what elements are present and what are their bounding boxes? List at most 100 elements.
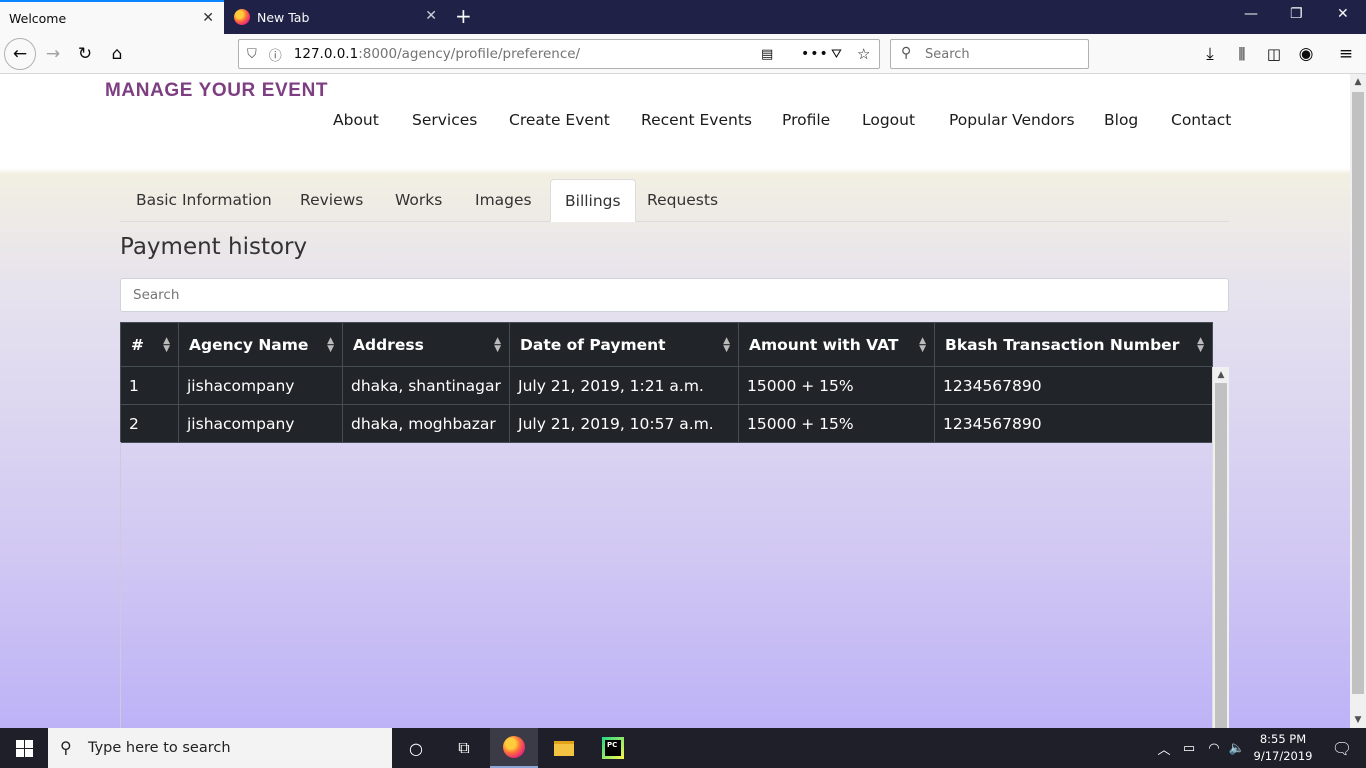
table-body-border [120, 442, 121, 728]
table-row: 1 jishacompany dhaka, shantinagar July 2… [120, 366, 1213, 405]
menu-popular-vendors[interactable]: Popular Vendors [949, 111, 1075, 129]
menu-recent-events[interactable]: Recent Events [641, 111, 752, 129]
cell-number: 2 [120, 404, 179, 443]
firefox-icon[interactable] [490, 728, 538, 768]
downloads-icon[interactable]: ⤓ [1198, 42, 1222, 66]
table-header-row: # ▲ ▼ Agency Name ▲ ▼ Address ▲ ▼ Date of Paym… [120, 322, 1213, 367]
search-icon: ⚲ [60, 738, 72, 757]
browser-toolbar: ← → ↻ ⌂ ⛉ ⓘ 127.0.0.1:8000/agency/profil… [0, 34, 1366, 74]
column-header-amount-with-vat[interactable]: Amount with VAT ▲ ▼ [738, 322, 935, 367]
tab-title: Welcome [9, 10, 67, 26]
url-bar[interactable]: ⛉ ⓘ 127.0.0.1:8000/agency/profile/prefer… [238, 39, 880, 69]
browser-tab-bar: Welcome ✕ New Tab ✕ + — ❐ ✕ [0, 0, 1366, 34]
windows-logo-icon[interactable] [0, 728, 48, 768]
tab-new-tab[interactable]: New Tab ✕ [225, 0, 447, 34]
file-explorer-icon[interactable] [540, 728, 588, 768]
taskbar-clock[interactable]: 8:55 PM 9/17/2019 [1250, 731, 1316, 765]
info-icon[interactable]: ⓘ [269, 45, 282, 64]
reload-icon[interactable]: ↻ [73, 42, 97, 66]
menu-logout[interactable]: Logout [862, 111, 915, 129]
scroll-down-icon[interactable]: ▼ [1350, 712, 1366, 728]
menu-contact[interactable]: Contact [1171, 111, 1231, 129]
cell-address: dhaka, moghbazar [342, 404, 510, 443]
menu-about[interactable]: About [333, 111, 379, 129]
payment-history-table: # ▲ ▼ Agency Name ▲ ▼ Address ▲ ▼ Date of Paym… [120, 322, 1213, 443]
table-scrollbar[interactable]: ▲ [1212, 367, 1229, 728]
close-tab-icon[interactable]: ✕ [425, 8, 437, 24]
firefox-favicon-icon [234, 9, 250, 25]
menu-blog[interactable]: Blog [1104, 111, 1138, 129]
home-icon[interactable]: ⌂ [105, 42, 129, 66]
minimize-icon[interactable]: — [1244, 6, 1258, 22]
tab-reviews[interactable]: Reviews [300, 179, 363, 222]
tab-basic-information[interactable]: Basic Information [136, 179, 272, 222]
search-icon: ⚲ [901, 45, 912, 61]
scroll-up-icon[interactable]: ▲ [1213, 367, 1229, 383]
sort-icon: ▲ ▼ [163, 336, 170, 354]
table-scrollbar-thumb[interactable] [1215, 383, 1227, 728]
sort-icon: ▲ ▼ [494, 336, 501, 354]
sidebar-icon[interactable]: ◫ [1262, 42, 1286, 66]
sort-icon: ▲ ▼ [1197, 336, 1204, 354]
shield-icon: ⛉ [247, 46, 257, 62]
page-scrollbar-thumb[interactable] [1352, 92, 1364, 694]
tab-requests[interactable]: Requests [647, 179, 718, 222]
cell-date-of-payment: July 21, 2019, 10:57 a.m. [509, 404, 739, 443]
cell-number: 1 [120, 366, 179, 405]
forward-icon[interactable]: → [41, 42, 65, 66]
pycharm-glyph: PC [602, 737, 624, 759]
volume-icon[interactable]: 🔈 [1224, 728, 1250, 768]
close-window-icon[interactable]: ✕ [1337, 6, 1349, 22]
cell-amount-with-vat: 15000 + 15% [738, 366, 935, 405]
menu-create-event[interactable]: Create Event [509, 111, 610, 129]
page-title: Payment history [120, 234, 308, 260]
cortana-icon[interactable]: ○ [392, 728, 440, 768]
page-scrollbar[interactable]: ▲ ▼ [1350, 74, 1366, 728]
page-viewport: MANAGE YOUR EVENT About Services Create … [0, 74, 1350, 728]
tab-images[interactable]: Images [475, 179, 532, 222]
table-search-input[interactable] [120, 278, 1229, 312]
browser-search-input[interactable]: ⚲ Search [890, 39, 1089, 69]
close-tab-icon[interactable]: ✕ [202, 10, 214, 26]
menu-profile[interactable]: Profile [782, 111, 830, 129]
notification-icon[interactable]: 🗨 [1318, 728, 1366, 768]
menu-icon[interactable]: ≡ [1334, 42, 1358, 66]
pocket-icon[interactable]: ⛛ [831, 47, 842, 62]
tab-works[interactable]: Works [395, 179, 442, 222]
back-icon[interactable]: ← [4, 38, 36, 70]
profile-tabs: Basic Information Reviews Works Images B… [120, 179, 1229, 222]
pycharm-icon[interactable]: PC [589, 728, 637, 768]
column-header-address[interactable]: Address ▲ ▼ [342, 322, 510, 367]
battery-icon[interactable]: ▭ [1176, 728, 1202, 768]
taskbar-search-placeholder: Type here to search [88, 740, 231, 756]
reader-view-icon[interactable]: ▤ [761, 47, 773, 62]
cell-transaction-number: 1234567890 [934, 366, 1213, 405]
column-header-number[interactable]: # ▲ ▼ [120, 322, 179, 367]
new-tab-icon[interactable]: + [455, 4, 472, 28]
scroll-up-icon[interactable]: ▲ [1350, 74, 1366, 90]
bookmark-star-icon[interactable]: ☆ [857, 45, 870, 63]
column-header-agency-name[interactable]: Agency Name ▲ ▼ [178, 322, 343, 367]
url-path: :8000/agency/profile/preference/ [358, 46, 581, 62]
sort-icon: ▲ ▼ [327, 336, 334, 354]
account-icon[interactable]: ◉ [1294, 42, 1318, 66]
tab-billings[interactable]: Billings [550, 179, 636, 222]
restore-icon[interactable]: ❐ [1290, 6, 1303, 22]
column-header-bkash-transaction-number[interactable]: Bkash Transaction Number ▲ ▼ [934, 322, 1213, 367]
sort-icon: ▲ ▼ [919, 336, 926, 354]
cell-agency-name: jishacompany [178, 404, 343, 443]
folder-glyph [554, 740, 574, 756]
site-brand[interactable]: MANAGE YOUR EVENT [105, 80, 328, 102]
menu-services[interactable]: Services [412, 111, 477, 129]
cell-agency-name: jishacompany [178, 366, 343, 405]
task-view-icon[interactable]: ⧉ [440, 728, 488, 768]
taskbar-search-input[interactable]: ⚲ Type here to search [48, 728, 392, 768]
sort-icon: ▲ ▼ [723, 336, 730, 354]
search-placeholder: Search [925, 46, 970, 62]
clock-time: 8:55 PM [1259, 732, 1307, 746]
table-row: 2 jishacompany dhaka, moghbazar July 21,… [120, 404, 1213, 443]
library-icon[interactable]: ⫼ [1230, 42, 1254, 66]
page-actions-icon[interactable]: ••• [801, 46, 829, 62]
column-header-date-of-payment[interactable]: Date of Payment ▲ ▼ [509, 322, 739, 367]
tab-welcome[interactable]: Welcome ✕ [0, 0, 224, 34]
